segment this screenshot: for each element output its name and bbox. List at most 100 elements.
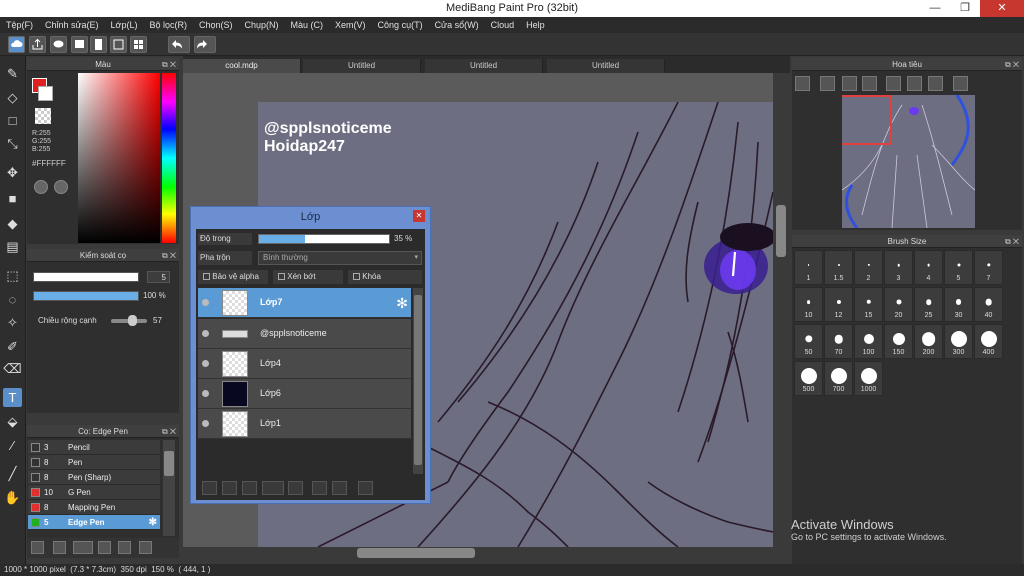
brush-size-cell[interactable]: 1000 bbox=[854, 361, 883, 396]
menu-help[interactable]: Help bbox=[520, 17, 551, 33]
brush-list-scroll-thumb[interactable] bbox=[164, 451, 174, 476]
transparent-color-swatch[interactable] bbox=[35, 108, 51, 124]
clipping-checkbox[interactable]: Xén bớt bbox=[273, 270, 343, 284]
layer-list-scroll-thumb[interactable] bbox=[414, 295, 422, 465]
menu-file[interactable]: Tệp(F) bbox=[0, 17, 39, 33]
brush-size-cell[interactable]: 12 bbox=[824, 287, 853, 322]
brush-size-cell[interactable]: 150 bbox=[884, 324, 913, 359]
visibility-icon[interactable] bbox=[202, 360, 209, 367]
blend-mode-select[interactable]: Bình thường ▾ bbox=[258, 251, 422, 265]
menu-view[interactable]: Xem(V) bbox=[329, 17, 372, 33]
secondary-color-swatch[interactable] bbox=[38, 86, 53, 101]
layer-row-watermark[interactable]: @spplsnoticeme bbox=[198, 319, 411, 349]
brush-add-icon[interactable] bbox=[31, 541, 44, 554]
brush-size-cell[interactable]: 2 bbox=[854, 250, 883, 285]
rotate-right-icon[interactable] bbox=[928, 76, 943, 91]
folder-icon[interactable] bbox=[288, 481, 303, 495]
grid-icon[interactable] bbox=[130, 36, 147, 53]
brush-size-cell[interactable]: 5 bbox=[944, 250, 973, 285]
merge-layer-icon[interactable] bbox=[332, 481, 347, 495]
eraser-tool-icon[interactable]: ◇ bbox=[3, 88, 22, 107]
brush-opacity-slider[interactable] bbox=[33, 291, 139, 301]
undo-icon[interactable] bbox=[168, 36, 190, 53]
flip-icon[interactable] bbox=[953, 76, 968, 91]
menu-filter[interactable]: Bộ lọc(R) bbox=[143, 17, 193, 33]
canvas-hscroll-thumb[interactable] bbox=[357, 548, 475, 558]
comment-icon[interactable] bbox=[50, 36, 67, 53]
hue-slider[interactable] bbox=[162, 73, 176, 243]
fit-window-icon[interactable] bbox=[842, 76, 857, 91]
menu-tools[interactable]: Công cụ(T) bbox=[372, 17, 429, 33]
brush-size-cell[interactable]: 10 bbox=[794, 287, 823, 322]
close-window-button[interactable]: ✕ bbox=[980, 0, 1024, 17]
menu-snap[interactable]: Chụp(N) bbox=[239, 17, 285, 33]
hand-tool-icon[interactable]: ✋ bbox=[3, 488, 22, 507]
brush-size-cell[interactable]: 25 bbox=[914, 287, 943, 322]
protect-alpha-checkbox[interactable]: Bảo vệ alpha bbox=[198, 270, 268, 284]
visibility-icon[interactable] bbox=[202, 299, 209, 306]
redo-icon[interactable] bbox=[194, 36, 216, 53]
brush-folder-icon[interactable] bbox=[118, 541, 131, 554]
brush-size-cell[interactable]: 30 bbox=[944, 287, 973, 322]
tab-cool-mdp[interactable]: cool.mdp bbox=[183, 59, 301, 73]
tab-untitled-2[interactable]: Untitled bbox=[425, 59, 543, 73]
edge-width-handle[interactable] bbox=[128, 315, 137, 326]
brush-list-item[interactable]: 5 Edge Pen ✻ bbox=[28, 515, 160, 530]
layer-menu-icon[interactable] bbox=[262, 481, 284, 495]
text-tool-icon[interactable]: T bbox=[3, 388, 22, 407]
visibility-icon[interactable] bbox=[202, 330, 209, 337]
new-8bit-layer-icon[interactable] bbox=[242, 481, 257, 495]
brush-list-item[interactable]: 3 Pencil bbox=[28, 440, 160, 455]
select-eraser-tool-icon[interactable]: ⌫ bbox=[3, 359, 22, 378]
zoom-fit-icon[interactable] bbox=[795, 76, 810, 91]
rotate-left-icon[interactable] bbox=[886, 76, 901, 91]
brush-size-cell[interactable]: 4 bbox=[914, 250, 943, 285]
layer-row-lop4[interactable]: Lớp4 bbox=[198, 349, 411, 379]
brush-size-cell[interactable]: 3 bbox=[884, 250, 913, 285]
menu-layer[interactable]: Lớp(L) bbox=[105, 17, 144, 33]
visibility-icon[interactable] bbox=[202, 420, 209, 427]
fill-rect-tool-icon[interactable]: ■ bbox=[3, 189, 22, 208]
panel-controls-icon[interactable]: ⧉ ✕ bbox=[1005, 235, 1019, 248]
brush-size-cell[interactable]: 100 bbox=[854, 324, 883, 359]
menu-edit[interactable]: Chỉnh sửa(E) bbox=[39, 17, 105, 33]
canvas-vertical-scrollbar[interactable] bbox=[774, 73, 788, 547]
delete-layer-icon[interactable] bbox=[358, 481, 373, 495]
line-tool-icon[interactable]: ⤡ bbox=[3, 134, 22, 153]
page-icon[interactable] bbox=[90, 36, 107, 53]
brush-size-cell[interactable]: 40 bbox=[974, 287, 1003, 322]
panel-controls-icon[interactable]: ⧉ ✕ bbox=[162, 249, 176, 262]
layer-row-lop1[interactable]: Lớp1 bbox=[198, 409, 411, 439]
brush-list-item[interactable]: 8 Pen bbox=[28, 455, 160, 470]
visibility-icon[interactable] bbox=[202, 390, 209, 397]
palette-add-icon[interactable] bbox=[54, 180, 68, 194]
brush-size-cell[interactable]: 1.5 bbox=[824, 250, 853, 285]
tab-untitled-1[interactable]: Untitled bbox=[303, 59, 421, 73]
saturation-value-picker[interactable] bbox=[78, 73, 160, 243]
brush-size-cell[interactable]: 500 bbox=[794, 361, 823, 396]
new-halftone-layer-icon[interactable] bbox=[222, 481, 237, 495]
brush-size-cell[interactable]: 700 bbox=[824, 361, 853, 396]
layer-opacity-slider[interactable] bbox=[258, 234, 390, 244]
layer-row-lop7[interactable]: Lớp7 ✻ bbox=[198, 288, 411, 318]
magic-wand-tool-icon[interactable]: ✧ bbox=[3, 313, 22, 332]
brush-size-cell[interactable]: 1 bbox=[794, 250, 823, 285]
menu-select[interactable]: Chọn(S) bbox=[193, 17, 239, 33]
brush-size-cell[interactable]: 20 bbox=[884, 287, 913, 322]
dropper2-tool-icon[interactable]: ╱ bbox=[3, 464, 22, 483]
maximize-button[interactable]: ❐ bbox=[952, 0, 978, 17]
brush-page-icon[interactable] bbox=[98, 541, 111, 554]
palette-icon[interactable] bbox=[34, 180, 48, 194]
shape-tool-icon[interactable]: □ bbox=[3, 111, 22, 130]
brush-new-icon[interactable] bbox=[53, 541, 66, 554]
minimize-button[interactable]: — bbox=[922, 0, 948, 17]
new-layer-icon[interactable] bbox=[202, 481, 217, 495]
divide-tool-icon[interactable]: ⬙ bbox=[3, 412, 22, 431]
gear-icon[interactable]: ✻ bbox=[396, 295, 408, 312]
panel-controls-icon[interactable]: ⧉ ✕ bbox=[162, 425, 176, 438]
brush-list-item[interactable]: 8 Mapping Pen bbox=[28, 500, 160, 515]
brush-size-cell[interactable]: 300 bbox=[944, 324, 973, 359]
brush-size-cell[interactable]: 15 bbox=[854, 287, 883, 322]
gear-icon[interactable]: ✻ bbox=[149, 515, 157, 530]
layer-dialog-close-icon[interactable]: ✕ bbox=[413, 210, 425, 222]
